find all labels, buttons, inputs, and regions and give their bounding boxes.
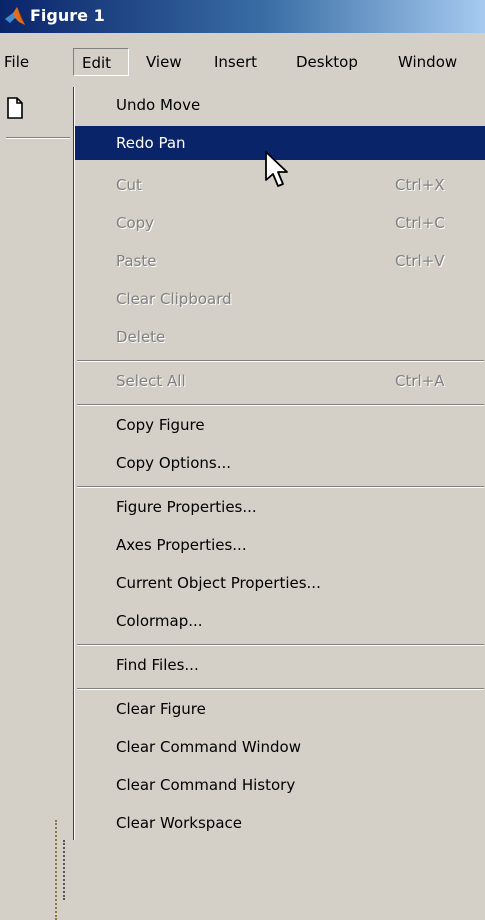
- menu-item-colormap[interactable]: Colormap...: [75, 604, 485, 638]
- arrow-cursor-icon: [265, 151, 288, 187]
- menu-separator: [77, 688, 484, 690]
- menu-item-shortcut: Ctrl+X: [395, 176, 445, 194]
- menu-item-label: Clear Command History: [116, 776, 296, 794]
- menu-item-label: Clear Command Window: [116, 738, 302, 756]
- menu-item-copy-options[interactable]: Copy Options...: [75, 446, 485, 480]
- menu-item-shortcut: Ctrl+V: [395, 252, 445, 270]
- menu-separator: [77, 404, 484, 406]
- matlab-logo-icon: [5, 7, 25, 25]
- menu-item-clear-figure[interactable]: Clear Figure: [75, 692, 485, 726]
- menu-item-clear-command-window[interactable]: Clear Command Window: [75, 730, 485, 764]
- menu-insert[interactable]: Insert: [214, 48, 257, 76]
- menu-item-label: Colormap...: [116, 612, 203, 630]
- edit-menu-dropdown: Undo Move Redo Pan Cut Ctrl+X Copy Ctrl+…: [73, 87, 485, 840]
- menu-item-label: Axes Properties...: [116, 536, 247, 554]
- menu-item-delete[interactable]: Delete: [75, 320, 485, 354]
- menu-item-find-files[interactable]: Find Files...: [75, 648, 485, 682]
- menu-bar: File Edit View Insert Desktop Window: [0, 33, 485, 91]
- menu-item-label: Copy Figure: [116, 416, 205, 434]
- menu-separator: [77, 644, 484, 646]
- menu-file[interactable]: File: [4, 48, 29, 76]
- menu-item-shortcut: Ctrl+C: [395, 214, 445, 232]
- menu-item-current-object-properties[interactable]: Current Object Properties...: [75, 566, 485, 600]
- menu-item-label: Redo Pan: [116, 134, 186, 152]
- menu-item-undo-move[interactable]: Undo Move: [75, 88, 485, 122]
- menu-view[interactable]: View: [146, 48, 182, 76]
- menu-item-label: Figure Properties...: [116, 498, 257, 516]
- menu-separator: [77, 486, 484, 488]
- menu-item-label: Cut: [116, 176, 142, 194]
- menu-item-clear-command-history[interactable]: Clear Command History: [75, 768, 485, 802]
- menu-item-label: Copy Options...: [116, 454, 231, 472]
- menu-item-label: Undo Move: [116, 96, 201, 114]
- menu-item-paste[interactable]: Paste Ctrl+V: [75, 244, 485, 278]
- menu-item-label: Clear Workspace: [116, 814, 242, 832]
- menu-item-label: Paste: [116, 252, 157, 270]
- menu-desktop[interactable]: Desktop: [296, 48, 358, 76]
- menu-item-clear-clipboard[interactable]: Clear Clipboard: [75, 282, 485, 316]
- title-bar: Figure 1: [0, 0, 485, 33]
- new-document-icon[interactable]: [6, 97, 24, 119]
- menu-item-label: Delete: [116, 328, 166, 346]
- menu-item-label: Clear Clipboard: [116, 290, 232, 308]
- menu-edit[interactable]: Edit: [73, 48, 129, 76]
- menu-item-copy[interactable]: Copy Ctrl+C: [75, 206, 485, 240]
- toolbar-separator: [6, 137, 70, 139]
- menu-item-select-all[interactable]: Select All Ctrl+A: [75, 364, 485, 398]
- menu-item-figure-properties[interactable]: Figure Properties...: [75, 490, 485, 524]
- menu-item-label: Clear Figure: [116, 700, 206, 718]
- menu-item-clear-workspace[interactable]: Clear Workspace: [75, 806, 485, 840]
- menu-item-copy-figure[interactable]: Copy Figure: [75, 408, 485, 442]
- window-title: Figure 1: [30, 6, 105, 25]
- menu-item-shortcut: Ctrl+A: [395, 372, 445, 390]
- menu-item-label: Select All: [116, 372, 186, 390]
- menu-item-label: Find Files...: [116, 656, 199, 674]
- figure-canvas[interactable]: [0, 140, 74, 920]
- menu-separator: [77, 360, 484, 362]
- menu-item-axes-properties[interactable]: Axes Properties...: [75, 528, 485, 562]
- menu-window[interactable]: Window: [398, 48, 457, 76]
- menu-item-label: Copy: [116, 214, 155, 232]
- menu-item-label: Current Object Properties...: [116, 574, 321, 592]
- axis-fragment: [63, 840, 73, 900]
